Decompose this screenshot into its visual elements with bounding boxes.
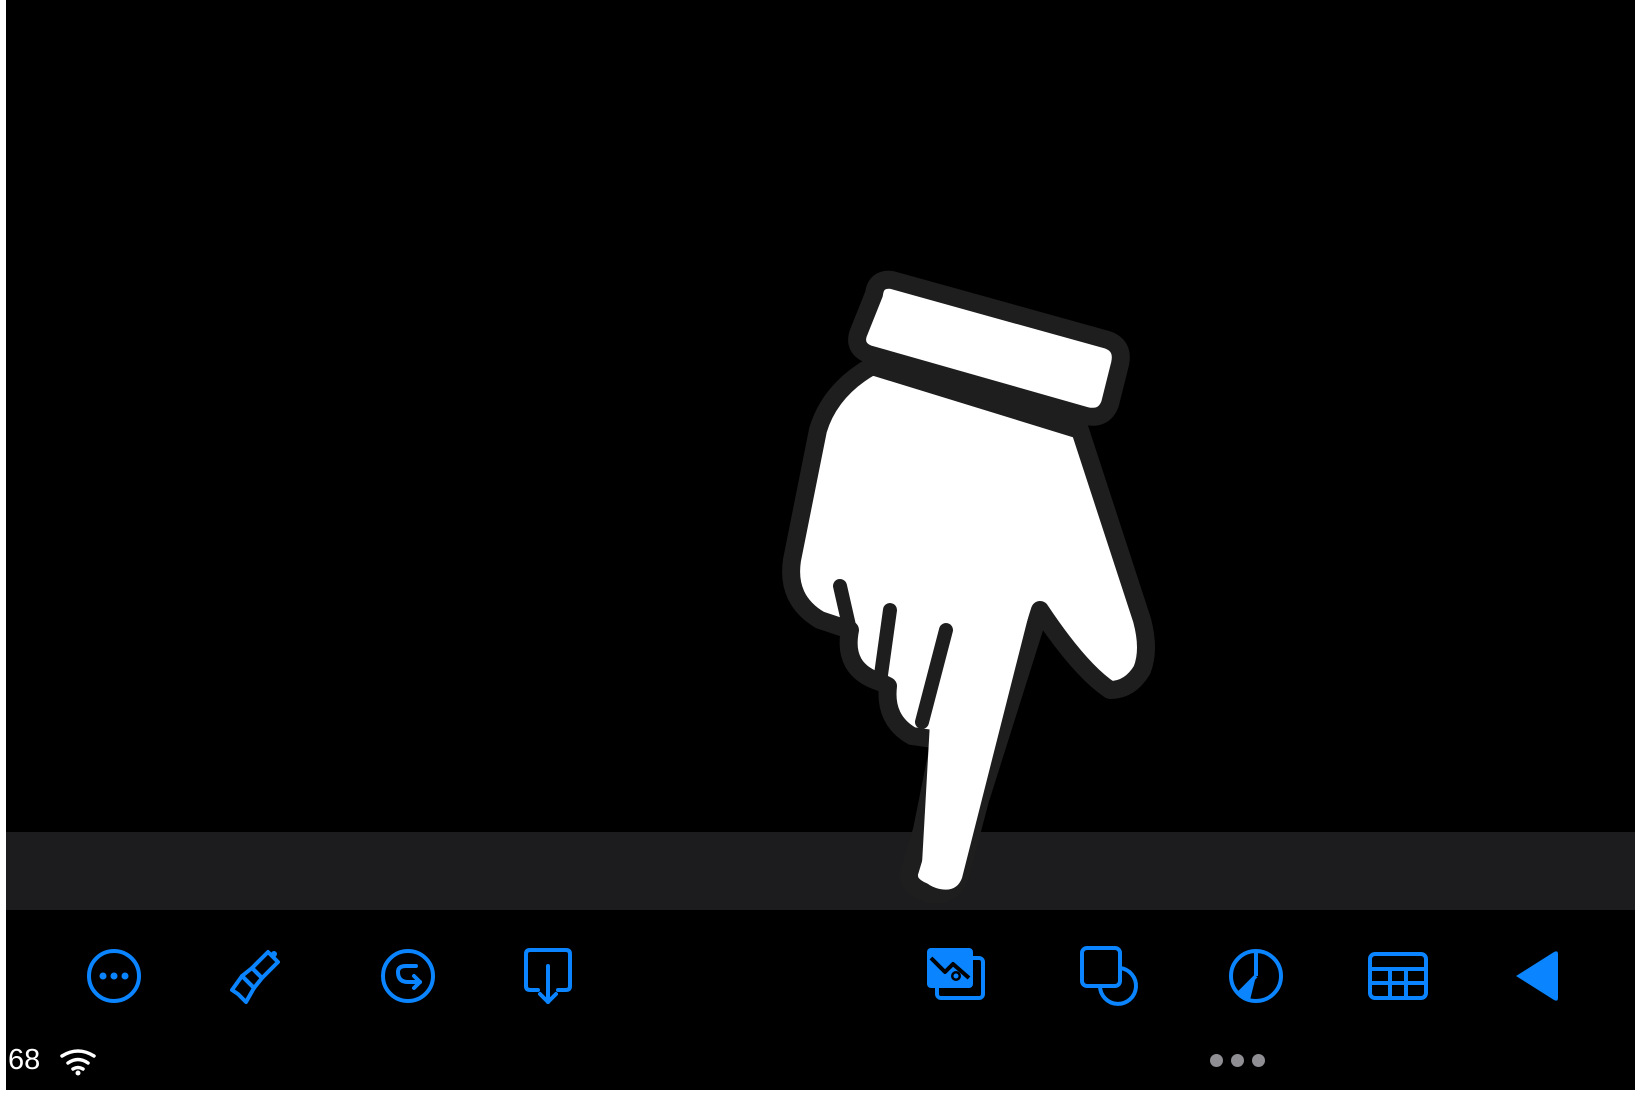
left-border (0, 0, 6, 1096)
bottom-toolbar (6, 910, 1635, 1030)
table-icon (1368, 952, 1428, 1000)
pie-chart-icon (1229, 949, 1283, 1003)
more-options-button[interactable] (76, 938, 152, 1014)
shapes-icon (1080, 946, 1138, 1006)
slide-canvas[interactable] (6, 0, 1635, 832)
collapse-button[interactable] (1502, 938, 1578, 1014)
dot (1231, 1053, 1244, 1067)
paintbrush-icon (230, 950, 280, 1004)
media-button[interactable] (917, 938, 993, 1014)
arrow-circle-icon (381, 949, 435, 1003)
wifi-icon (60, 1049, 96, 1076)
right-border (1635, 0, 1641, 1096)
dot (1210, 1053, 1223, 1067)
bottom-border (0, 1090, 1641, 1096)
chart-button[interactable] (1218, 938, 1294, 1014)
status-bar: 68 (6, 1030, 1635, 1090)
battery-percentage: 68 (8, 1044, 41, 1076)
table-button[interactable] (1360, 938, 1436, 1014)
animate-button[interactable] (370, 938, 446, 1014)
triangle-left-icon (1516, 951, 1558, 1001)
ellipsis-circle-icon (87, 949, 141, 1003)
photos-icon (927, 948, 985, 1000)
slide-strip[interactable] (6, 832, 1635, 910)
dot (1252, 1053, 1265, 1067)
insert-button[interactable] (510, 938, 586, 1014)
insert-down-arrow-icon (524, 948, 572, 1004)
ellipsis-dots-icon[interactable] (1210, 1050, 1274, 1070)
shapes-button[interactable] (1070, 938, 1146, 1014)
format-brush-button[interactable] (218, 938, 294, 1014)
screen: 68 (0, 0, 1641, 1096)
